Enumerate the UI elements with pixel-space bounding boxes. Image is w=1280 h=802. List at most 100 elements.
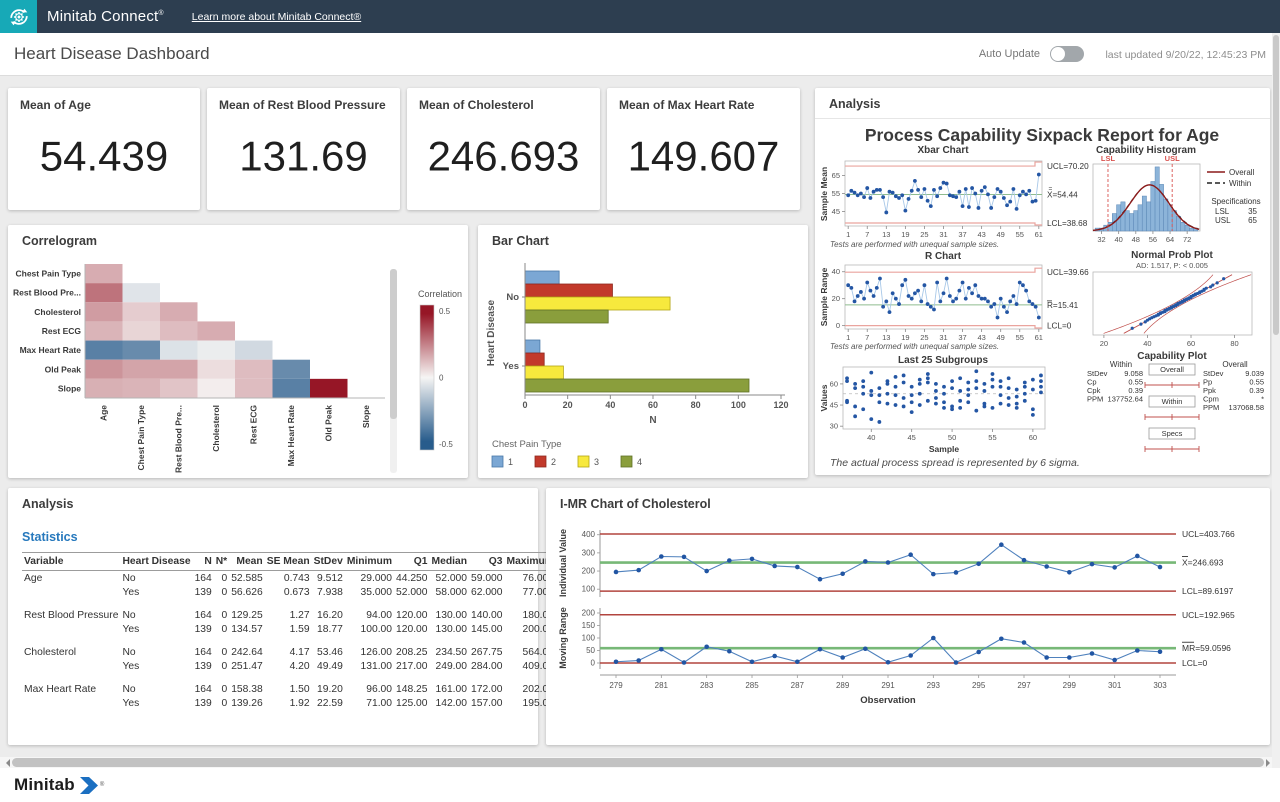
svg-text:61: 61 — [1035, 333, 1043, 342]
page-title: Heart Disease Dashboard — [14, 44, 210, 64]
svg-text:289: 289 — [836, 681, 850, 690]
kpi-card-mean-max-hr: Mean of Max Heart Rate 149.607 — [607, 88, 800, 210]
panel-title: Analysis — [815, 88, 1270, 119]
svg-text:4: 4 — [637, 457, 642, 467]
svg-text:1: 1 — [846, 230, 850, 239]
correlogram-cell — [310, 379, 348, 398]
svg-text:45: 45 — [908, 433, 916, 442]
kpi-card-mean-age: Mean of Age 54.439 — [8, 88, 200, 210]
svg-text:1: 1 — [508, 457, 513, 467]
svg-text:PPM: PPM — [1203, 403, 1219, 412]
svg-text:R Chart: R Chart — [925, 251, 962, 262]
svg-text:13: 13 — [882, 230, 890, 239]
learn-more-link[interactable]: Learn more about Minitab Connect® — [192, 11, 361, 23]
scroll-left-arrow[interactable] — [2, 759, 10, 767]
stats-col-header: N — [193, 553, 214, 571]
svg-text:20: 20 — [1100, 339, 1108, 348]
svg-text:Tests are performed with unequ: Tests are performed with unequal sample … — [830, 240, 999, 249]
svg-text:Rest Blood Pre...: Rest Blood Pre... — [13, 288, 81, 298]
correlogram-cell — [273, 379, 311, 398]
brand-name: Minitab Connect® — [47, 8, 164, 25]
svg-text:0: 0 — [439, 374, 444, 383]
svg-text:45: 45 — [832, 207, 840, 216]
analysis-statistics-panel: Analysis Statistics VariableHeart Diseas… — [8, 488, 538, 745]
svg-text:19: 19 — [901, 230, 909, 239]
svg-text:3: 3 — [594, 457, 599, 467]
stats-col-header: Mean — [229, 553, 265, 571]
bar-Yes-cpt3 — [525, 366, 563, 379]
correlogram-cell — [235, 379, 273, 398]
correlogram-cell — [198, 379, 236, 398]
correlogram-cell — [85, 321, 123, 340]
kpi-value: 149.607 — [607, 133, 800, 181]
svg-text:150: 150 — [582, 621, 596, 630]
svg-text:X=54.44: X=54.44 — [1047, 191, 1078, 200]
vertical-scrollbar[interactable] — [1272, 33, 1280, 802]
registered-mark: ® — [100, 782, 104, 788]
svg-text:-0.5: -0.5 — [439, 440, 453, 449]
svg-text:299: 299 — [1063, 681, 1077, 690]
svg-text:Cholesterol: Cholesterol — [211, 405, 221, 452]
imr-chart-panel: I-MR Chart of Cholesterol 100200300400UC… — [546, 488, 1270, 745]
stats-col-header: Minimum — [345, 553, 394, 571]
svg-text:Heart Disease: Heart Disease — [486, 299, 497, 366]
correlogram-cell — [198, 341, 236, 360]
svg-text:301: 301 — [1108, 681, 1122, 690]
svg-text:0: 0 — [836, 321, 840, 330]
minitab-connect-logo-icon[interactable] — [0, 0, 37, 33]
bar-No-cpt1 — [525, 271, 559, 284]
svg-text:Rest ECG: Rest ECG — [42, 326, 82, 336]
svg-text:32: 32 — [1097, 235, 1105, 244]
svg-text:Yes: Yes — [503, 361, 519, 372]
svg-text:Sample Mean: Sample Mean — [819, 167, 829, 221]
svg-text:Chest Pain Type: Chest Pain Type — [492, 439, 562, 450]
kpi-value: 54.439 — [8, 133, 200, 181]
correlogram-cell — [123, 341, 161, 360]
bar-No-cpt3 — [525, 297, 670, 310]
svg-text:Sample Range: Sample Range — [819, 267, 829, 326]
svg-text:55: 55 — [832, 189, 840, 198]
correlogram-cell — [160, 360, 198, 379]
svg-text:20: 20 — [563, 400, 573, 410]
correlogram-cell — [235, 360, 273, 379]
correlogram-cell — [235, 341, 273, 360]
bar-Yes-cpt2 — [525, 353, 544, 366]
correlogram-cell — [85, 341, 123, 360]
table-row: AgeNo164052.5850.7439.51229.00044.25052.… — [22, 571, 556, 586]
stats-col-header: StDev — [312, 553, 345, 571]
kpi-card-mean-cholesterol: Mean of Cholesterol 246.693 — [407, 88, 600, 210]
correlogram-cell — [198, 321, 236, 340]
horizontal-scroll-thumb[interactable] — [12, 758, 1264, 767]
correlogram-cell — [123, 302, 161, 321]
svg-text:Normal Prob Plot: Normal Prob Plot — [1131, 250, 1213, 261]
auto-update-toggle[interactable] — [1050, 46, 1084, 62]
horizontal-scrollbar[interactable] — [0, 757, 1280, 768]
svg-text:50: 50 — [586, 646, 595, 655]
top-navbar: Minitab Connect® Learn more about Minita… — [0, 0, 1280, 33]
svg-text:Sample: Sample — [929, 444, 960, 454]
gear-sync-icon — [8, 6, 30, 28]
table-row: Yes1390134.571.5918.77100.00120.00130.00… — [22, 622, 556, 636]
svg-text:55: 55 — [988, 433, 996, 442]
svg-text:31: 31 — [939, 333, 947, 342]
svg-text:60: 60 — [830, 379, 838, 388]
svg-text:2: 2 — [551, 457, 556, 467]
svg-text:0: 0 — [522, 400, 527, 410]
svg-text:65: 65 — [832, 171, 840, 180]
svg-text:Xbar Chart: Xbar Chart — [917, 145, 969, 156]
svg-text:60: 60 — [1187, 339, 1195, 348]
svg-text:56: 56 — [1149, 235, 1157, 244]
svg-text:30: 30 — [830, 422, 838, 431]
svg-text:55: 55 — [1016, 333, 1024, 342]
svg-text:MR=59.0596: MR=59.0596 — [1182, 643, 1231, 653]
svg-text:UCL=70.20: UCL=70.20 — [1047, 162, 1089, 171]
correlogram-cell — [273, 360, 311, 379]
svg-text:Last 25 Subgroups: Last 25 Subgroups — [898, 355, 988, 366]
table-row: Max Heart RateNo1640158.381.5019.2096.00… — [22, 682, 556, 696]
page-header: Heart Disease Dashboard Auto Update last… — [0, 33, 1280, 76]
vertical-scroll-thumb[interactable] — [1273, 35, 1279, 335]
kpi-value: 246.693 — [407, 133, 600, 181]
svg-text:48: 48 — [1132, 235, 1140, 244]
panel-title: I-MR Chart of Cholesterol — [546, 488, 1270, 518]
correlogram-cell — [160, 379, 198, 398]
